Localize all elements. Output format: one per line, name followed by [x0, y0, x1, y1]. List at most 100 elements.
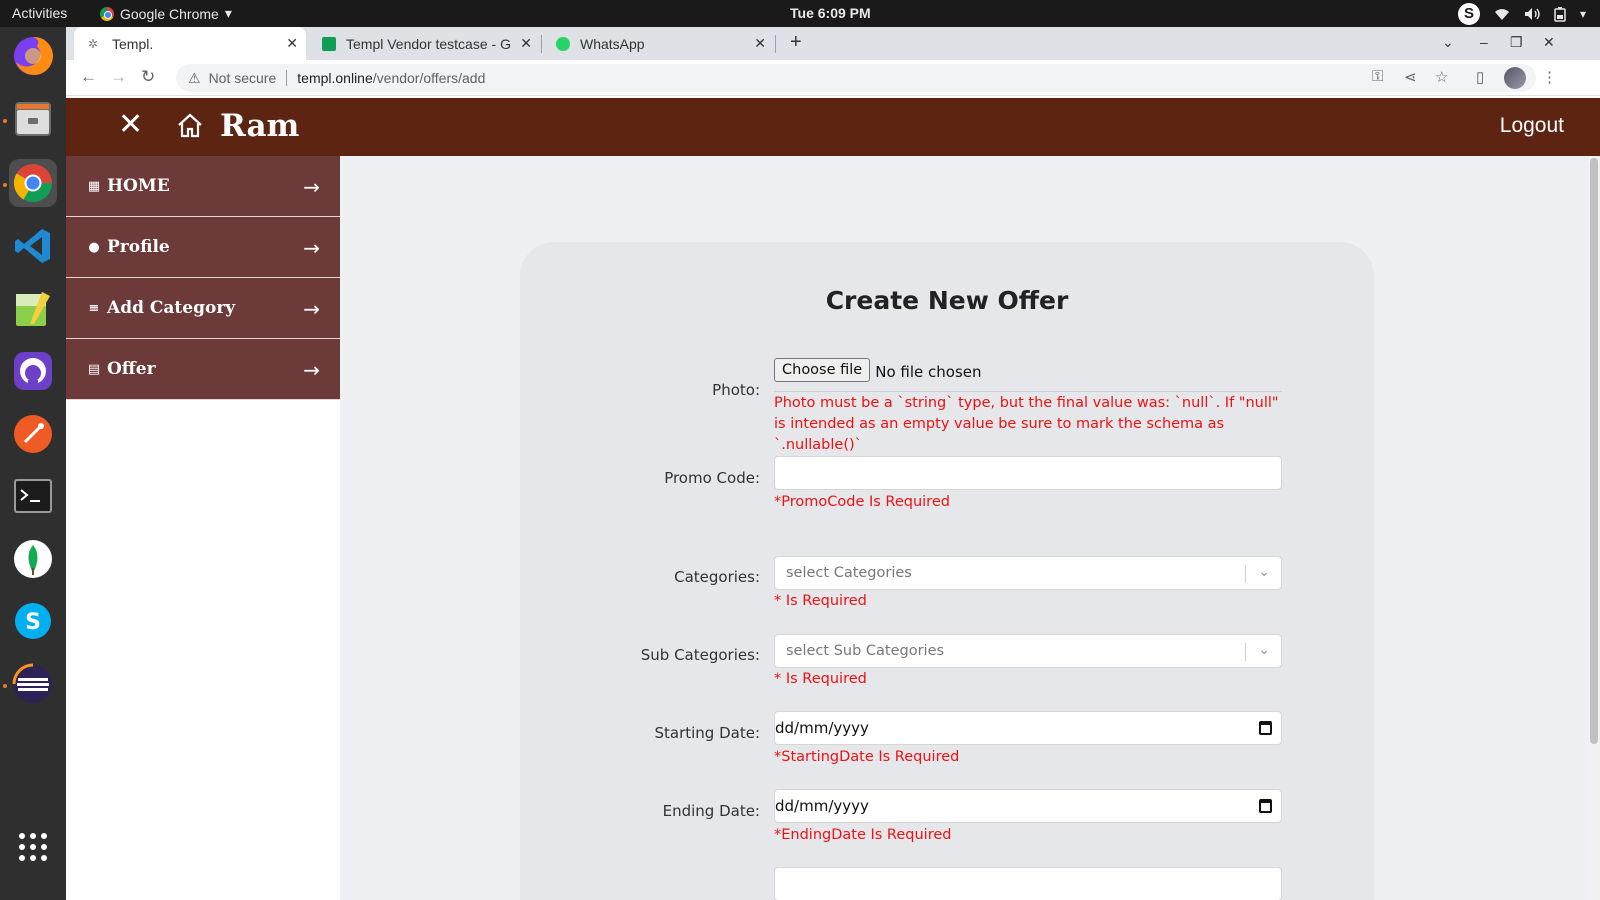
profile-avatar[interactable] [1504, 67, 1526, 89]
scrollbar-thumb[interactable] [1590, 158, 1598, 744]
sub-categories-label: Sub Categories: [640, 646, 760, 664]
battery-icon [1554, 7, 1566, 22]
minimize-icon[interactable]: – [1480, 34, 1488, 50]
close-tab-icon[interactable]: ✕ [754, 35, 766, 52]
address-bar[interactable]: ⚠ Not secure templ.online /vendor/offers… [176, 64, 1536, 92]
photo-error: Photo must be a `string` type, but the f… [774, 395, 1279, 453]
arrow-right-icon: → [303, 297, 320, 321]
starting-date-value: dd/mm/yyyy [775, 719, 869, 737]
tab-whatsapp[interactable]: WhatsApp ✕ [542, 27, 774, 60]
chrome-icon[interactable] [9, 159, 57, 207]
side-panel-icon[interactable]: ▯ [1476, 68, 1484, 86]
chevron-down-icon[interactable]: ⌄ [1258, 563, 1270, 580]
share-icon[interactable]: ⋖ [1404, 68, 1417, 86]
offer-form-card: Create New Offer Photo: Choose file No f… [520, 242, 1374, 900]
calendar-icon[interactable] [1259, 721, 1272, 735]
vscode-icon[interactable] [9, 222, 57, 270]
key-icon[interactable]: ⚿ [1372, 68, 1383, 85]
page-scrollbar[interactable] [1588, 156, 1600, 900]
home-icon[interactable] [176, 111, 204, 139]
photo-label: Photo: [712, 381, 760, 399]
sidebar-item-label: HOME [107, 176, 170, 196]
user-icon: ● [88, 239, 100, 255]
close-tab-icon[interactable]: ✕ [286, 35, 298, 52]
categories-error: * Is Required [774, 593, 867, 609]
sidebar-item-offer[interactable]: ▤ Offer → [66, 339, 340, 400]
sheets-icon [322, 36, 336, 51]
gear-icon: ✲ [88, 36, 99, 51]
sidebar-item-add-category[interactable]: ≡ Add Category → [66, 278, 340, 339]
browser-window: ✲ Templ. ✕ Templ Vendor testcase - G ✕ W… [66, 27, 1600, 900]
tab-strip: ✲ Templ. ✕ Templ Vendor testcase - G ✕ W… [66, 27, 1600, 60]
dashboard-icon: ▦ [87, 178, 101, 194]
tab-search-icon[interactable]: ⌄ [1442, 34, 1454, 51]
sub-categories-error: * Is Required [774, 671, 867, 687]
chrome-icon [100, 6, 114, 21]
activities-button[interactable]: Activities [12, 5, 67, 21]
sidebar-item-profile[interactable]: ● Profile → [66, 217, 340, 278]
skype-icon[interactable]: S [9, 597, 57, 645]
sub-categories-placeholder: select Sub Categories [786, 643, 945, 659]
app-menu-label: Google Chrome [120, 5, 219, 22]
starting-date-input[interactable]: dd/mm/yyyy [774, 711, 1282, 745]
promo-code-input[interactable] [774, 456, 1282, 490]
text-editor-icon[interactable] [9, 285, 57, 333]
tab-vendor-testcase[interactable]: Templ Vendor testcase - G ✕ [308, 27, 540, 60]
new-tab-button[interactable]: + [790, 31, 802, 54]
close-tab-icon[interactable]: ✕ [520, 35, 532, 52]
categories-select[interactable]: select Categories ⌄ [774, 556, 1282, 590]
postman-icon[interactable] [9, 410, 57, 458]
terminal-icon[interactable] [9, 472, 57, 520]
reload-icon[interactable]: ↻ [141, 67, 155, 87]
next-field-input[interactable] [774, 867, 1282, 900]
tab-templ[interactable]: ✲ Templ. ✕ [74, 27, 306, 60]
chevron-down-icon[interactable]: ⌄ [1258, 641, 1270, 658]
ending-date-value: dd/mm/yyyy [775, 797, 869, 815]
skype-tray-icon[interactable]: S [1457, 3, 1480, 25]
file-status: No file chosen [875, 363, 982, 381]
sidebar: ▦ HOME → ● Profile → ≡ Add Category → ▤ … [66, 156, 340, 900]
clock[interactable]: Tue 6:09 PM [790, 5, 871, 21]
browser-toolbar: ← → ↻ ⚠ Not secure templ.online /vendor/… [66, 60, 1600, 96]
brand-title: Ram [220, 108, 300, 144]
chevron-down-icon: ▾ [1579, 7, 1586, 21]
system-tray[interactable]: S ▾ [1457, 3, 1586, 25]
system-top-bar: Activities Google Chrome ▾ Tue 6:09 PM S… [0, 0, 1600, 27]
tab-title: Templ. [112, 35, 154, 52]
logout-link[interactable]: Logout [1500, 114, 1564, 138]
arrow-right-icon: → [303, 236, 320, 260]
sub-categories-select[interactable]: select Sub Categories ⌄ [774, 634, 1282, 668]
sidebar-item-label: Offer [107, 359, 156, 379]
app-menu[interactable]: Google Chrome ▾ [100, 5, 232, 22]
security-label[interactable]: Not secure [209, 70, 277, 86]
starting-date-label: Starting Date: [654, 724, 760, 742]
warning-icon[interactable]: ⚠ [188, 70, 201, 87]
clipboard-icon: ▤ [87, 361, 101, 377]
show-apps-icon[interactable] [9, 823, 57, 871]
mongodb-icon[interactable] [9, 535, 57, 583]
page: ✕ Ram Logout ▦ HOME → ● Profile → ≡ Add … [66, 98, 1600, 900]
back-icon[interactable]: ← [80, 67, 97, 87]
files-icon[interactable] [9, 95, 57, 143]
photo-file-input[interactable]: Choose file No file chosen [774, 358, 1282, 392]
restore-icon[interactable]: ❐ [1510, 34, 1523, 51]
whatsapp-icon [556, 36, 570, 51]
calendar-icon[interactable] [1259, 799, 1272, 813]
menu-icon[interactable]: ⋮ [1542, 68, 1557, 86]
close-sidebar-icon[interactable]: ✕ [118, 110, 143, 140]
ending-date-input[interactable]: dd/mm/yyyy [774, 789, 1282, 823]
sidebar-item-label: Add Category [107, 298, 236, 318]
choose-file-button[interactable]: Choose file [774, 358, 871, 382]
tab-title: Templ Vendor testcase - G [346, 35, 511, 52]
ending-date-error: *EndingDate Is Required [774, 827, 952, 843]
volume-icon [1524, 8, 1540, 20]
forward-icon[interactable]: → [110, 67, 127, 87]
eclipse-icon[interactable] [9, 660, 57, 708]
chevron-down-icon: ▾ [224, 5, 232, 21]
github-icon[interactable] [9, 347, 57, 395]
categories-label: Categories: [674, 568, 760, 586]
sidebar-item-home[interactable]: ▦ HOME → [66, 156, 340, 217]
firefox-icon[interactable] [9, 32, 57, 80]
close-window-icon[interactable]: ✕ [1543, 34, 1555, 51]
star-icon[interactable]: ☆ [1435, 68, 1448, 86]
